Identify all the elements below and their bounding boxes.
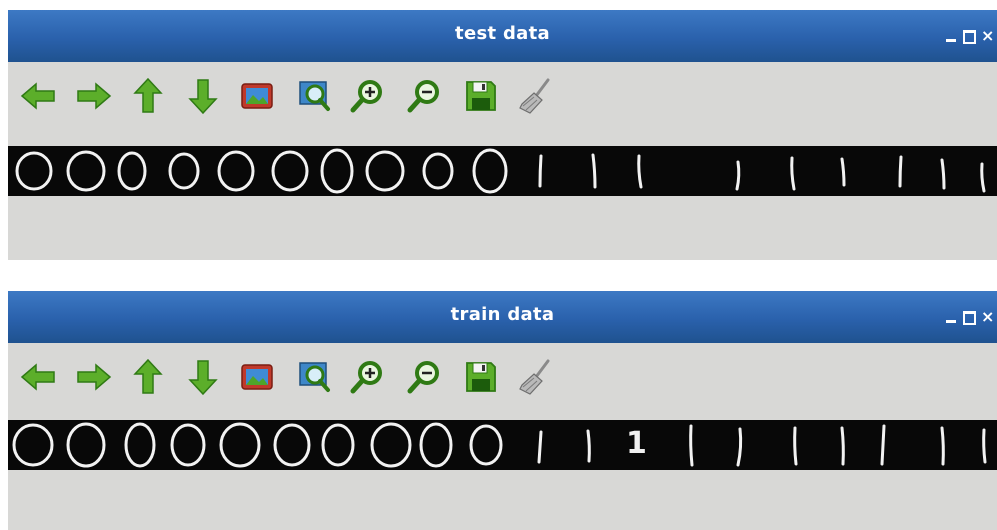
digit-zero xyxy=(66,422,106,468)
digit-one xyxy=(940,426,945,466)
digit-one xyxy=(793,426,798,466)
window-title: train data xyxy=(450,304,555,325)
digit-samples xyxy=(15,148,986,194)
digit-zero xyxy=(168,152,200,190)
zoom-in-button[interactable] xyxy=(348,357,388,397)
digit-one xyxy=(736,427,743,467)
arrow-left-icon xyxy=(20,363,55,391)
digit-one xyxy=(537,430,543,464)
digit-zero xyxy=(472,148,508,194)
arrow-right-icon xyxy=(77,363,112,391)
zoom-in-icon xyxy=(350,361,382,394)
close-button[interactable]: × xyxy=(981,309,994,325)
digit-zero xyxy=(469,424,503,466)
digit-zero xyxy=(12,423,54,467)
digit-one xyxy=(840,157,846,187)
digit-one xyxy=(591,153,597,189)
save-icon xyxy=(466,362,496,392)
digit-zero xyxy=(124,422,156,468)
digit-zero xyxy=(419,422,453,468)
zoom-fit-icon xyxy=(299,362,330,392)
image-button[interactable] xyxy=(237,76,277,116)
digit-image-strip: 1 xyxy=(8,420,997,470)
titlebar[interactable]: train data × xyxy=(8,291,997,343)
digit-zero xyxy=(219,422,261,468)
zoom-in-icon xyxy=(350,80,382,113)
zoom-in-button[interactable] xyxy=(348,76,388,116)
digit-zero xyxy=(273,423,311,467)
digit-one xyxy=(689,424,694,467)
digit-zero xyxy=(170,423,206,467)
arrow-down-icon xyxy=(188,360,218,396)
arrow-down-button[interactable] xyxy=(183,76,223,116)
arrow-left-button[interactable] xyxy=(18,357,58,397)
image-button[interactable] xyxy=(237,357,277,397)
window-title: test data xyxy=(455,23,550,44)
digit-one xyxy=(735,160,741,191)
save-button[interactable] xyxy=(461,357,501,397)
arrow-down-icon xyxy=(188,79,218,115)
minimize-button[interactable] xyxy=(945,29,957,43)
digit-zero xyxy=(271,150,309,192)
save-icon xyxy=(466,81,496,111)
arrow-right-button[interactable] xyxy=(74,76,114,116)
digit-one xyxy=(940,158,946,190)
arrow-down-button[interactable] xyxy=(183,357,223,397)
digit-one xyxy=(790,156,796,191)
arrow-right-icon xyxy=(77,82,112,110)
digit-zero xyxy=(15,151,53,191)
save-button[interactable] xyxy=(461,76,501,116)
digit-zero xyxy=(321,423,355,467)
arrow-left-button[interactable] xyxy=(18,76,58,116)
digit-image-strip xyxy=(8,146,997,196)
digit-one xyxy=(982,428,987,464)
digit-zero xyxy=(320,148,354,194)
zoom-out-button[interactable] xyxy=(405,76,445,116)
toolbar xyxy=(8,68,997,128)
toolbar xyxy=(8,349,997,409)
arrow-up-button[interactable] xyxy=(128,357,168,397)
clear-brush-button[interactable] xyxy=(514,357,554,397)
digit-one xyxy=(538,154,543,188)
digit-one xyxy=(840,426,845,466)
digit-one xyxy=(898,155,903,188)
window-controls: × xyxy=(945,27,994,44)
minimize-button[interactable] xyxy=(945,310,957,324)
zoom-out-icon xyxy=(407,80,439,113)
zoom-out-icon xyxy=(407,361,439,394)
zoom-fit-button[interactable] xyxy=(295,76,335,116)
arrow-left-icon xyxy=(20,82,55,110)
zoom-fit-button[interactable] xyxy=(295,357,335,397)
arrow-up-icon xyxy=(133,77,163,113)
zoom-fit-icon xyxy=(299,81,330,111)
zoom-out-button[interactable] xyxy=(405,357,445,397)
titlebar[interactable]: test data × xyxy=(8,10,997,62)
arrow-up-button[interactable] xyxy=(128,76,168,116)
digit-one-label: 1 xyxy=(626,426,647,461)
digit-zero xyxy=(66,150,106,192)
digit-one xyxy=(880,424,886,466)
close-button[interactable]: × xyxy=(981,28,994,44)
test-data-window: test data × xyxy=(8,10,997,260)
train-data-window: train data × 1 xyxy=(8,291,997,530)
clear-brush-icon xyxy=(519,78,550,114)
maximize-button[interactable] xyxy=(963,29,976,44)
maximize-button[interactable] xyxy=(963,310,976,325)
digit-zero xyxy=(370,422,412,468)
digit-zero xyxy=(117,151,147,191)
digit-zero xyxy=(422,152,454,190)
clear-brush-icon xyxy=(519,359,550,395)
digit-zero xyxy=(365,150,405,192)
image-icon xyxy=(241,364,273,390)
arrow-right-button[interactable] xyxy=(74,357,114,397)
window-controls: × xyxy=(945,308,994,325)
digit-zero xyxy=(217,150,255,192)
digit-samples xyxy=(12,422,987,468)
digit-one xyxy=(980,162,986,193)
digit-one xyxy=(637,154,643,189)
clear-brush-button[interactable] xyxy=(514,76,554,116)
image-icon xyxy=(241,83,273,109)
arrow-up-icon xyxy=(133,358,163,394)
digit-one xyxy=(586,429,591,463)
